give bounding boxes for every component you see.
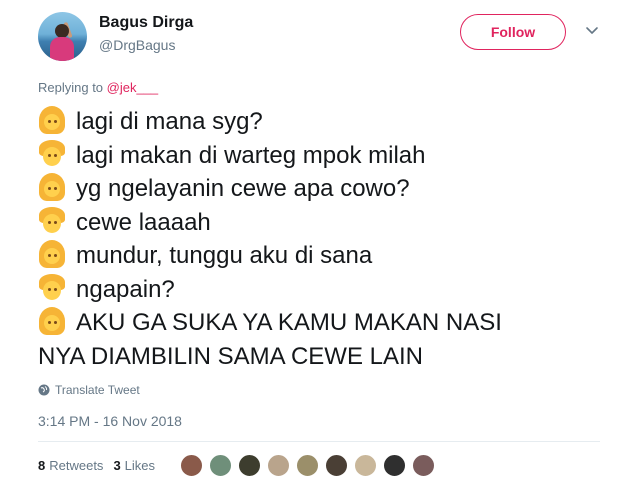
- liker-avatar[interactable]: [238, 454, 261, 477]
- tweet-timestamp[interactable]: 3:14 PM - 16 Nov 2018: [38, 413, 182, 429]
- chevron-down-icon[interactable]: [584, 22, 600, 38]
- tweet-line-text: mundur, tunggu aku di sana: [76, 242, 373, 269]
- tweet-line-text: lagi makan di warteg mpok milah: [76, 141, 426, 169]
- girl-emoji-icon: [38, 106, 66, 134]
- girl-emoji-icon: [38, 173, 66, 201]
- display-name[interactable]: Bagus Dirga: [99, 14, 193, 32]
- avatar-body: [50, 37, 74, 61]
- tweet-line-text: lagi di mana syg?: [76, 108, 263, 135]
- tweet-line: AKU GA SUKA YA KAMU MAKAN NASI: [38, 306, 598, 340]
- likes-count[interactable]: 3: [113, 458, 120, 473]
- translate-tweet-link[interactable]: Translate Tweet: [38, 383, 140, 397]
- tweet-line: lagi makan di warteg mpok milah: [38, 139, 598, 173]
- tweet-line-text: yg ngelayanin cewe apa cowo?: [76, 175, 410, 202]
- boy-emoji-icon: [38, 273, 66, 302]
- user-handle[interactable]: @DrgBagus: [99, 37, 175, 53]
- tweet-line: mundur, tunggu aku di sana: [38, 239, 598, 273]
- tweet-line-text: ngapain?: [76, 275, 175, 303]
- liker-avatar[interactable]: [296, 454, 319, 477]
- avatar-head: [55, 24, 69, 38]
- girl-emoji-icon: [38, 240, 66, 268]
- tweet-line: lagi di mana syg?: [38, 105, 598, 139]
- liker-avatar[interactable]: [267, 454, 290, 477]
- retweets-count[interactable]: 8: [38, 458, 45, 473]
- replying-to-label: Replying to: [38, 80, 107, 95]
- tweet-line: ngapain?: [38, 273, 598, 307]
- boy-emoji-icon: [38, 206, 66, 235]
- avatar[interactable]: [38, 12, 87, 61]
- follow-button[interactable]: Follow: [460, 14, 566, 50]
- likers-avatars: [180, 454, 441, 478]
- liker-avatar[interactable]: [412, 454, 435, 477]
- reply-mention-link[interactable]: @jek___: [107, 80, 159, 95]
- tweet-line-text: cewe laaaah: [76, 208, 211, 236]
- tweet-line: NYA DIAMBILIN SAMA CEWE LAIN: [38, 340, 598, 374]
- liker-avatar[interactable]: [354, 454, 377, 477]
- liker-avatar[interactable]: [383, 454, 406, 477]
- liker-avatar[interactable]: [325, 454, 348, 477]
- tweet-line: cewe laaaah: [38, 206, 598, 240]
- liker-avatar[interactable]: [180, 454, 203, 477]
- tweet-line: yg ngelayanin cewe apa cowo?: [38, 172, 598, 206]
- divider: [38, 441, 600, 442]
- replying-to: Replying to @jek___: [38, 80, 158, 95]
- tweet-header: Bagus Dirga @DrgBagus Follow: [38, 12, 608, 62]
- tweet-stats: 8 Retweets 3 Likes: [38, 458, 165, 473]
- tweet-line-text: NYA DIAMBILIN SAMA CEWE LAIN: [38, 342, 423, 370]
- girl-emoji-icon: [38, 307, 66, 335]
- tweet-line-text: AKU GA SUKA YA KAMU MAKAN NASI: [76, 309, 502, 336]
- likes-label[interactable]: Likes: [125, 458, 155, 473]
- translate-tweet-label[interactable]: Translate Tweet: [55, 383, 140, 397]
- liker-avatar[interactable]: [209, 454, 232, 477]
- globe-icon: [38, 384, 50, 396]
- retweets-label[interactable]: Retweets: [49, 458, 103, 473]
- tweet-text: lagi di mana syg? lagi makan di warteg m…: [38, 105, 598, 373]
- boy-emoji-icon: [38, 139, 66, 168]
